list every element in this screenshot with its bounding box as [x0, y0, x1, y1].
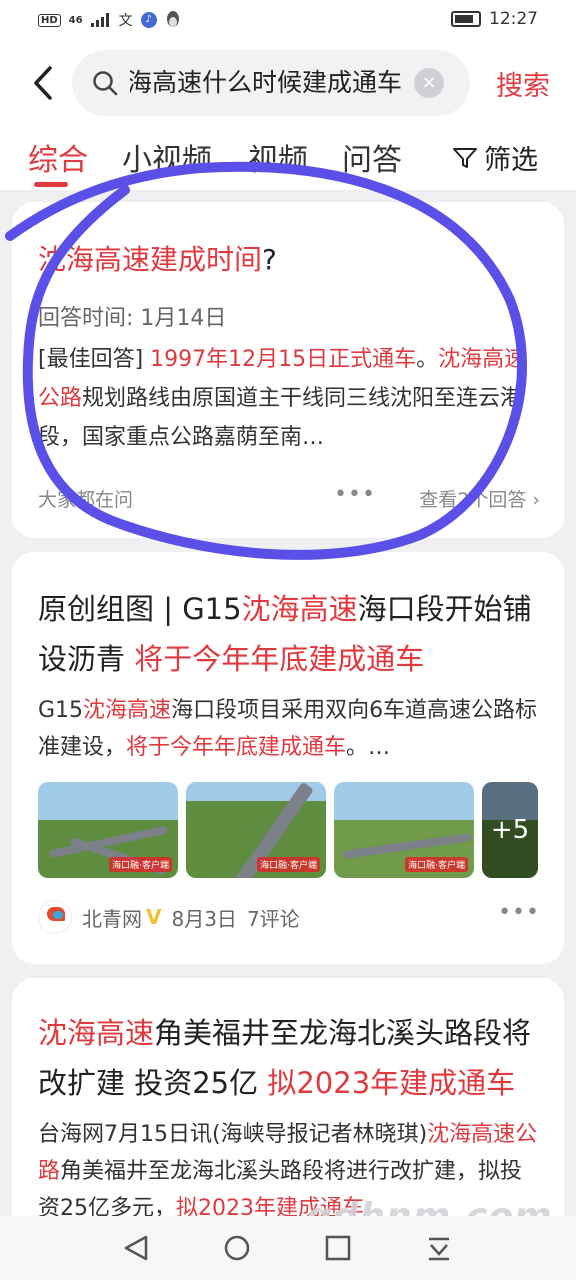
nav-recents-icon[interactable] — [324, 1234, 352, 1262]
card-title[interactable]: 原创组图 | G15沈海高速海口段开始铺设沥青 将于今年年底建成通车 — [38, 584, 538, 684]
thumbnail-image[interactable]: 海口融·客户端 — [334, 782, 474, 878]
news-result-card[interactable]: 原创组图 | G15沈海高速海口段开始铺设沥青 将于今年年底建成通车 G15沈海… — [12, 552, 564, 964]
tab-qa[interactable]: 问答 — [342, 135, 402, 179]
publish-date: 8月3日 — [171, 906, 237, 931]
verified-badge: V — [146, 905, 162, 929]
tab-video[interactable]: 视频 — [248, 135, 308, 179]
filter-icon — [453, 147, 477, 168]
nav-dropdown-icon[interactable] — [425, 1234, 453, 1262]
source-row: 北青网 V 8月3日 7评论 — [38, 900, 300, 934]
signal-icon: 46 — [68, 14, 83, 26]
search-icon — [93, 71, 118, 96]
battery-icon — [451, 11, 481, 27]
card-source: 大家都在问 — [38, 489, 134, 511]
search-input[interactable]: 沈海高速什么时候建成通车 — [130, 50, 402, 116]
app-icon: 文 — [118, 13, 133, 29]
nav-home-icon[interactable] — [223, 1234, 251, 1262]
card-title[interactable]: 沈海高速建成时间? — [38, 238, 277, 278]
clear-icon[interactable]: × — [414, 68, 444, 98]
music-icon: ♪ — [140, 12, 157, 28]
filter-label: 筛选 — [484, 145, 538, 176]
nav-back-icon[interactable] — [122, 1234, 150, 1262]
signal-bars-icon — [90, 13, 109, 27]
header: HD 46 文 ♪ 12:27 沈海高速什么时候建成通车 × 搜索 综合 小视频… — [0, 0, 576, 190]
answer-snippet: [最佳回答] 1997年12月15日正式通车。沈海高速公路规划路线由原国道主干线… — [38, 347, 527, 450]
card-snippet: G15沈海高速海口段项目采用双向6车道高速公路标准建设，将于今年年底建成通车。… — [38, 698, 538, 760]
qa-result-card[interactable]: 沈海高速建成时间? 回答时间: 1月14日 [最佳回答] 1997年12月15日… — [12, 202, 564, 538]
network-badge: HD — [38, 13, 61, 27]
penguin-icon — [166, 11, 179, 27]
image-strip: 海口融·客户端 海口融·客户端 海口融·客户端 +5 — [38, 782, 538, 878]
tab-short-video[interactable]: 小视频 — [122, 135, 212, 179]
comment-count: 7评论 — [246, 906, 300, 931]
tab-bar: 综合 小视频 视频 问答 筛选 — [0, 132, 576, 190]
thumbnail-image[interactable]: 海口融·客户端 — [186, 782, 326, 878]
search-box[interactable]: 沈海高速什么时候建成通车 × — [72, 50, 470, 116]
system-nav-bar — [0, 1216, 576, 1280]
active-tab-indicator — [34, 182, 68, 187]
more-images-thumbnail[interactable]: +5 — [482, 782, 538, 878]
more-options-icon[interactable]: ••• — [334, 482, 376, 507]
view-answers-link[interactable]: 查看2个回答 › — [419, 485, 540, 512]
search-button[interactable]: 搜索 — [496, 64, 550, 103]
more-options-icon[interactable]: ••• — [498, 900, 540, 925]
source-logo-icon — [38, 900, 72, 934]
status-bar: HD 46 文 ♪ 12:27 — [0, 0, 576, 40]
answer-time: 回答时间: 1月14日 — [38, 306, 227, 331]
clock: 12:27 — [489, 9, 538, 29]
filter-button[interactable]: 筛选 — [452, 138, 538, 177]
tab-comprehensive[interactable]: 综合 — [28, 135, 88, 179]
source-name[interactable]: 北青网 — [82, 903, 142, 932]
back-arrow-icon[interactable] — [26, 62, 66, 104]
thumbnail-image[interactable]: 海口融·客户端 — [38, 782, 178, 878]
chevron-right-icon: › — [532, 489, 540, 511]
card-title[interactable]: 沈海高速角美福井至龙海北溪头路段将改扩建 投资25亿 拟2023年建成通车 — [38, 1008, 538, 1108]
